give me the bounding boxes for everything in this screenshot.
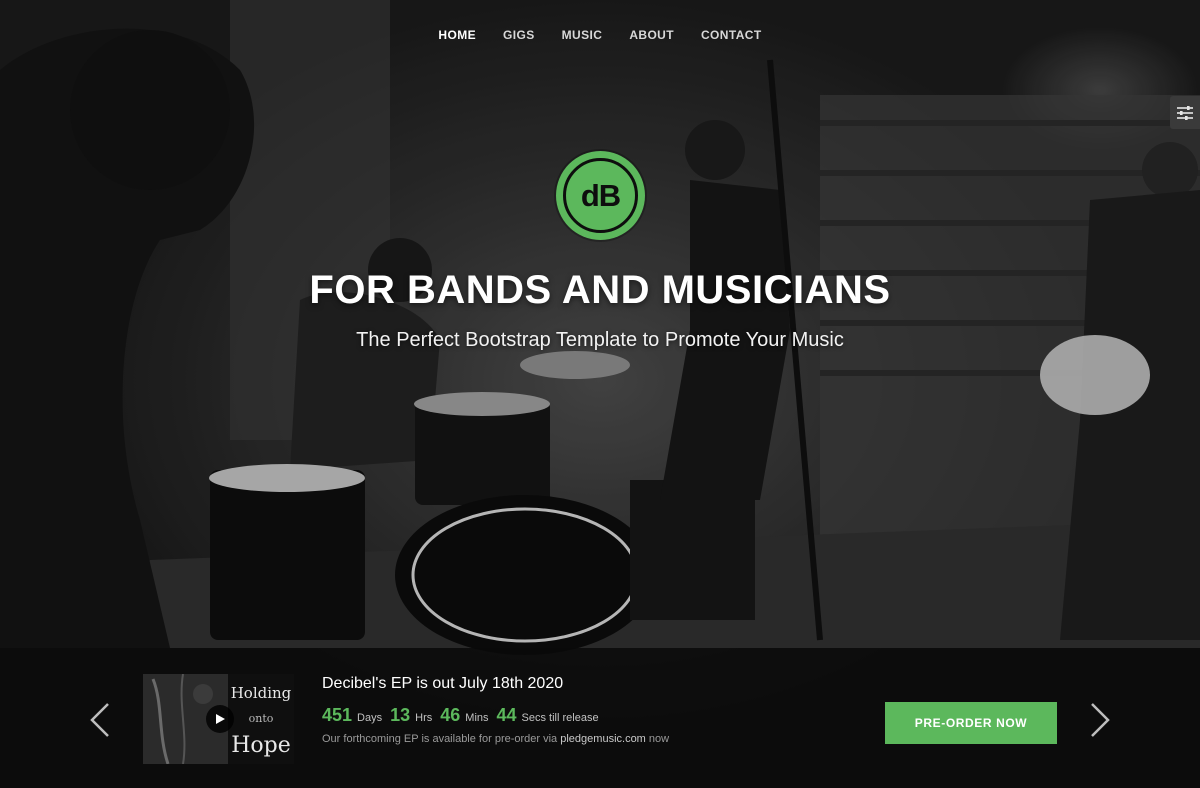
nav-item-gigs[interactable]: GIGS xyxy=(503,26,535,44)
countdown-mins: 46 xyxy=(440,705,461,725)
logo-text: dB xyxy=(563,158,638,233)
style-switcher-toggle[interactable] xyxy=(1170,96,1200,129)
nav-item-about[interactable]: ABOUT xyxy=(629,26,674,44)
pre-order-button[interactable]: PRE-ORDER NOW xyxy=(885,702,1057,744)
release-countdown: 451 Days 13 Hrs 46 Mins 44 Secs till rel… xyxy=(322,705,607,726)
release-note-suffix: now xyxy=(648,733,670,745)
countdown-days-label: Days xyxy=(357,712,383,724)
hero-subtitle: The Perfect Bootstrap Template to Promot… xyxy=(356,329,844,351)
main-nav: HOME GIGS MUSIC ABOUT CONTACT xyxy=(0,26,1200,44)
hero-title: FOR BANDS AND MUSICIANS xyxy=(309,268,891,312)
sliders-icon xyxy=(1177,105,1193,120)
play-button[interactable] xyxy=(206,705,234,733)
countdown-days: 451 xyxy=(322,705,353,725)
release-title: Decibel's EP is out July 18th 2020 xyxy=(322,675,564,692)
svg-text:Holding: Holding xyxy=(231,684,292,702)
pledgemusic-link[interactable]: pledgemusic.com xyxy=(560,733,646,745)
chevron-left-icon[interactable] xyxy=(88,700,112,740)
chevron-right-icon[interactable] xyxy=(1088,700,1112,740)
release-note-prefix: Our forthcoming EP is available for pre-… xyxy=(322,733,558,745)
nav-item-music[interactable]: MUSIC xyxy=(562,26,603,44)
play-icon xyxy=(216,714,225,724)
countdown-hours: 13 xyxy=(390,705,411,725)
release-note: Our forthcoming EP is available for pre-… xyxy=(322,733,669,745)
countdown-hours-label: Hrs xyxy=(415,712,433,724)
nav-item-home[interactable]: HOME xyxy=(438,26,476,44)
countdown-secs: 44 xyxy=(496,705,517,725)
svg-text:onto: onto xyxy=(249,712,274,725)
brand-logo[interactable]: dB xyxy=(556,151,645,240)
countdown-secs-label: Secs till release xyxy=(521,712,599,724)
svg-text:Hope: Hope xyxy=(231,733,291,758)
album-artwork: Holding onto Hope xyxy=(143,674,294,764)
nav-item-contact[interactable]: CONTACT xyxy=(701,26,762,44)
countdown-mins-label: Mins xyxy=(465,712,489,724)
